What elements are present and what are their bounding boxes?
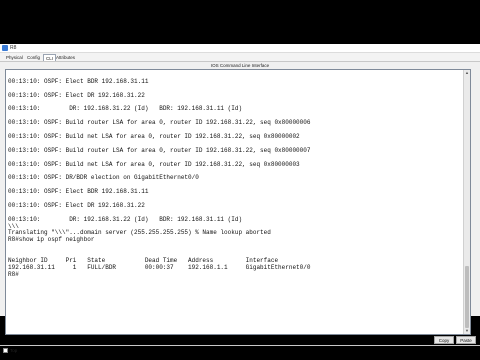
console-line: 00:13:10: DR: 192.168.31.22 (Id) BDR: 19… — [8, 215, 243, 223]
console-line: 00:13:10: OSPF: Elect DR 192.168.31.22 — [8, 91, 145, 99]
scroll-down-icon[interactable]: ▼ — [464, 328, 470, 334]
console-scrollbar[interactable]: ▲ ▼ — [463, 70, 470, 334]
console-line: 00:13:10: OSPF: Elect DR 192.168.31.22 — [8, 201, 145, 209]
tab-attributes[interactable]: Attributes — [54, 54, 77, 61]
console-line: R8#show ip ospf neighbor — [8, 236, 95, 244]
console-line: 00:13:10: OSPF: Build net LSA for area 0… — [8, 160, 300, 168]
paste-button[interactable]: Paste — [456, 336, 476, 344]
console-line: 00:13:10: OSPF: Build net LSA for area 0… — [8, 133, 300, 141]
cisco-device-window: R8 Physical Config CLI Attributes IOS Co… — [0, 44, 480, 353]
copy-button[interactable]: Copy — [434, 336, 454, 344]
console-line: 00:13:10: DR: 192.168.31.22 (Id) BDR: 19… — [8, 105, 243, 113]
scrollbar-thumb[interactable] — [465, 266, 469, 328]
console-line: 00:13:10: OSPF: Elect BDR 192.168.31.11 — [8, 188, 149, 196]
cli-console[interactable]: 00:13:10: OSPF: Elect BDR 192.168.31.11 0… — [5, 69, 471, 335]
top-label: Top — [10, 348, 18, 353]
top-checkbox[interactable] — [3, 348, 8, 353]
console-line: 00:13:10: OSPF: Build router LSA for are… — [8, 119, 311, 127]
router-icon — [2, 45, 8, 51]
scroll-up-icon[interactable]: ▲ — [464, 70, 470, 76]
window-title: R8 — [10, 45, 17, 51]
console-line: 00:13:10: OSPF: DR/BDR election on Gigab… — [8, 174, 199, 182]
console-line: 00:13:10: OSPF: Build router LSA for are… — [8, 146, 311, 154]
tab-physical[interactable]: Physical — [4, 54, 25, 61]
footer-divider — [0, 345, 480, 346]
panel-title: IOS Command Line Interface — [210, 63, 270, 68]
console-output: 00:13:10: OSPF: Elect BDR 192.168.31.11 0… — [8, 72, 462, 279]
tab-bar: Physical Config CLI Attributes — [0, 53, 480, 62]
title-bar: R8 — [0, 44, 480, 53]
console-line: R8# — [8, 270, 19, 278]
console-line: 00:13:10: OSPF: Elect BDR 192.168.31.11 — [8, 77, 149, 85]
tab-config[interactable]: Config — [25, 54, 42, 61]
console-line: 192.168.31.11 1 FULL/BDR 00:00:37 192.16… — [8, 263, 311, 271]
